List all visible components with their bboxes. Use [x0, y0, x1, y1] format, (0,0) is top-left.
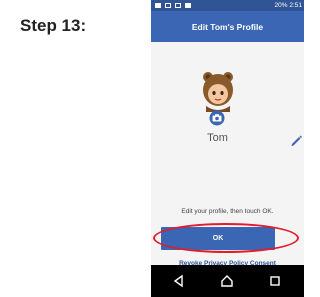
notification-icons — [155, 0, 191, 11]
notification-icon — [175, 3, 181, 8]
status-bar: 20% 2:51 — [151, 0, 304, 11]
notification-icon — [165, 3, 171, 8]
notification-icon — [155, 3, 161, 8]
recents-square-icon[interactable] — [267, 273, 283, 289]
page-title: Edit Tom's Profile — [191, 21, 264, 32]
instruction-text: Edit your profile, then touch OK. — [181, 208, 274, 215]
app-bar: Edit Tom's Profile — [151, 11, 304, 42]
profile-content: Tom Edit your profile, then touch OK. OK… — [151, 42, 304, 267]
battery-time-text: 20% 2:51 — [274, 2, 302, 9]
back-triangle-icon[interactable] — [171, 273, 187, 289]
step-label: Step 13: — [20, 16, 87, 35]
android-nav-bar — [151, 265, 304, 297]
bear-hat-avatar-icon[interactable] — [201, 70, 235, 112]
pencil-icon[interactable] — [290, 134, 302, 146]
phone-screen: 20% 2:51 Edit Tom's Profile Tom Edit you… — [151, 0, 304, 297]
notification-icon — [185, 3, 191, 8]
ok-button[interactable]: OK — [161, 227, 275, 250]
camera-icon[interactable] — [209, 110, 225, 126]
home-icon[interactable] — [219, 273, 235, 289]
profile-name: Tom — [207, 132, 228, 144]
